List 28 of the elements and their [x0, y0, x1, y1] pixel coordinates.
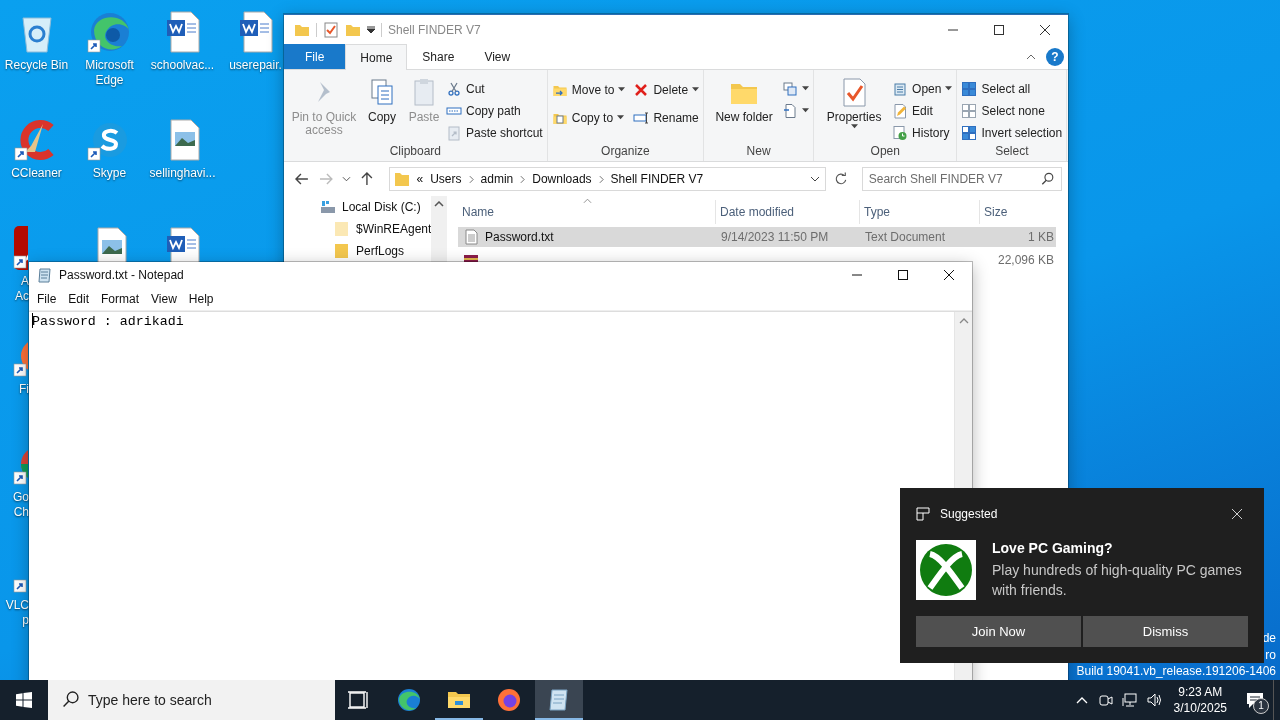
build-watermark-text: Build 19041.vb_release.191206-1406 [1076, 664, 1276, 679]
build-watermark-text: ro [1265, 647, 1276, 664]
size-cell-text: 22,096 KB [996, 252, 1055, 269]
window-title: Shell FINDER V7 [388, 22, 481, 37]
notification-title: Love PC Gaming? [992, 540, 1114, 556]
notification-header: Suggested [940, 507, 998, 521]
icon-label: Go Ch [12, 490, 29, 520]
count-badge: 1 [1253, 698, 1269, 714]
group-label: Open [869, 143, 901, 160]
group-label: New [745, 143, 772, 160]
icon-label: Fi [18, 382, 29, 397]
icon-label: VLC p [4, 598, 29, 628]
icon-label: CCleaner [11, 166, 62, 181]
icon-label: A Ac [14, 274, 29, 304]
icon-label: sellinghavi... [149, 166, 216, 181]
size-cell: 1 KB [980, 227, 1056, 247]
date-cell: 9/14/2023 11:50 PM [716, 227, 860, 247]
icon-label: schoolvac... [150, 58, 215, 73]
window-title: Password.txt - Notepad [59, 268, 184, 282]
icon-label: Recycle Bin [4, 58, 69, 73]
type-cell: Text Document [860, 227, 980, 247]
icon-label: userepair. [229, 58, 282, 73]
group-label: Organize [600, 143, 651, 160]
group-label: Clipboard [388, 143, 443, 160]
group-label: Select [994, 143, 1030, 160]
icon-label: Microsoft Edge [84, 58, 135, 88]
notification-message: Play hundreds of high-quality PC games with friends. [992, 561, 1243, 600]
icon-label: Skype [92, 166, 127, 181]
